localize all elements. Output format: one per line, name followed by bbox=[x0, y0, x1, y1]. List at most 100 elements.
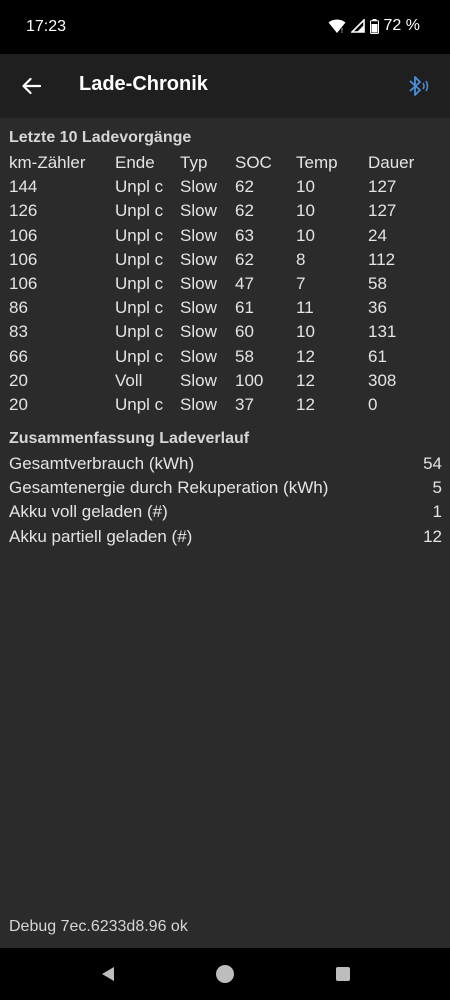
cell-typ: Slow bbox=[180, 322, 217, 342]
nav-back-button[interactable] bbox=[95, 962, 121, 986]
cell-dauer: 24 bbox=[368, 225, 387, 245]
cell-soc: 61 bbox=[235, 298, 254, 318]
cell-km: 66 bbox=[9, 346, 28, 366]
back-button[interactable] bbox=[16, 72, 46, 100]
table-row: 20 Voll Slow 100 12 308 bbox=[9, 369, 439, 393]
cell-typ: Slow bbox=[180, 394, 217, 414]
cell-ende: Unpl c bbox=[115, 346, 164, 366]
table-row: 106 Unpl c Slow 62 8 112 bbox=[9, 248, 439, 272]
header-km: km-Zähler bbox=[9, 153, 86, 172]
cell-soc: 63 bbox=[235, 225, 254, 245]
page-title: Lade-Chronik bbox=[79, 73, 208, 95]
cell-km: 106 bbox=[9, 225, 38, 245]
status-time: 17:23 bbox=[26, 18, 67, 35]
summary-item: Akku voll geladen (#) 1 bbox=[9, 500, 442, 524]
cell-km: 106 bbox=[9, 249, 38, 269]
summary-label: Gesamtverbrauch (kWh) bbox=[9, 454, 195, 473]
cell-typ: Slow bbox=[180, 201, 217, 221]
cell-temp: 12 bbox=[296, 370, 315, 390]
cell-km: 20 bbox=[9, 394, 28, 414]
history-title: Letzte 10 Ladevorgänge bbox=[9, 129, 192, 146]
header-temp: Temp bbox=[296, 153, 338, 172]
summary-item: Gesamtenergie durch Rekuperation (kWh) 5 bbox=[9, 476, 442, 500]
table-row: 106 Unpl c Slow 63 10 24 bbox=[9, 224, 439, 248]
cell-typ: Slow bbox=[180, 370, 217, 390]
cell-typ: Slow bbox=[180, 249, 217, 269]
cell-temp: 11 bbox=[296, 298, 314, 318]
summary-item: Gesamtverbrauch (kWh) 54 bbox=[9, 452, 442, 476]
table-row: 83 Unpl c Slow 60 10 131 bbox=[9, 320, 439, 344]
square-recents-icon bbox=[336, 967, 350, 981]
cell-dauer: 36 bbox=[368, 298, 387, 318]
system-nav-bar bbox=[0, 948, 450, 1000]
svg-text:!: ! bbox=[341, 28, 343, 34]
cell-ende: Unpl c bbox=[115, 322, 164, 342]
cell-ende: Voll bbox=[115, 370, 143, 390]
history-table: km-Zähler Ende Typ SOC Temp Dauer 144 Un… bbox=[9, 151, 439, 417]
cell-km: 20 bbox=[9, 370, 28, 390]
bluetooth-button[interactable] bbox=[404, 72, 434, 100]
cell-ende: Unpl c bbox=[115, 273, 164, 293]
cell-temp: 10 bbox=[296, 225, 315, 245]
wifi-icon: ! bbox=[328, 19, 346, 34]
debug-status: Debug 7ec.6233d8.96 ok bbox=[9, 918, 188, 935]
cell-dauer: 127 bbox=[368, 177, 397, 197]
summary-value: 54 bbox=[423, 454, 442, 473]
cell-ende: Unpl c bbox=[115, 177, 164, 197]
cell-typ: Slow bbox=[180, 346, 217, 366]
header-ende: Ende bbox=[115, 153, 155, 172]
cell-dauer: 131 bbox=[368, 322, 397, 342]
arrow-left-icon bbox=[22, 77, 41, 95]
table-row: 20 Unpl c Slow 37 12 0 bbox=[9, 393, 439, 417]
summary-label: Gesamtenergie durch Rekuperation (kWh) bbox=[9, 478, 329, 498]
cell-ende: Unpl c bbox=[115, 298, 164, 318]
table-row: 126 Unpl c Slow 62 10 127 bbox=[9, 199, 439, 223]
cell-typ: Slow bbox=[180, 298, 217, 318]
cell-ende: Unpl c bbox=[115, 394, 164, 414]
cell-soc: 58 bbox=[235, 346, 254, 366]
summary-title: Zusammenfassung Ladeverlauf bbox=[9, 430, 250, 447]
summary-value: 1 bbox=[432, 502, 442, 522]
cell-dauer: 0 bbox=[368, 394, 378, 414]
cell-typ: Slow bbox=[180, 225, 217, 245]
cell-km: 126 bbox=[9, 201, 38, 221]
summary-value: 12 bbox=[423, 526, 442, 546]
cell-soc: 62 bbox=[235, 201, 254, 221]
cell-signal-icon bbox=[350, 19, 365, 33]
summary-label: Akku voll geladen (#) bbox=[9, 502, 168, 522]
cell-dauer: 112 bbox=[368, 249, 396, 269]
cell-soc: 62 bbox=[235, 249, 254, 269]
cell-km: 86 bbox=[9, 298, 28, 318]
nav-recents-button[interactable] bbox=[330, 962, 356, 986]
table-row: 66 Unpl c Slow 58 12 61 bbox=[9, 345, 439, 369]
cell-temp: 12 bbox=[296, 346, 315, 366]
cell-typ: Slow bbox=[180, 177, 217, 197]
cell-soc: 62 bbox=[235, 177, 254, 197]
cell-ende: Unpl c bbox=[115, 201, 164, 221]
summary-item: Akku partiell geladen (#) 12 bbox=[9, 525, 442, 549]
nav-home-button[interactable] bbox=[212, 962, 238, 986]
cell-dauer: 61 bbox=[368, 346, 387, 366]
triangle-back-icon bbox=[102, 967, 114, 981]
header-soc: SOC bbox=[235, 153, 272, 172]
status-icons: ! 72 % bbox=[328, 17, 420, 35]
cell-km: 106 bbox=[9, 273, 38, 293]
bluetooth-icon bbox=[409, 76, 429, 96]
summary-list: Gesamtverbrauch (kWh) 54 Gesamtenergie d… bbox=[9, 452, 442, 549]
cell-temp: 10 bbox=[296, 322, 315, 342]
cell-temp: 8 bbox=[296, 249, 306, 269]
cell-soc: 37 bbox=[235, 394, 254, 414]
battery-percent: 72 % bbox=[383, 17, 420, 34]
summary-value: 5 bbox=[432, 478, 442, 498]
status-bar: 17:23 ! 72 % bbox=[0, 0, 450, 54]
table-row: 144 Unpl c Slow 62 10 127 bbox=[9, 175, 439, 199]
cell-ende: Unpl c bbox=[115, 225, 164, 245]
header-typ: Typ bbox=[180, 153, 208, 172]
cell-soc: 100 bbox=[235, 370, 264, 390]
app-bar: Lade-Chronik bbox=[0, 54, 450, 118]
cell-temp: 10 bbox=[296, 201, 315, 221]
battery-icon bbox=[369, 18, 379, 34]
circle-home-icon bbox=[216, 965, 234, 983]
cell-dauer: 308 bbox=[368, 370, 397, 390]
cell-temp: 7 bbox=[296, 273, 306, 293]
